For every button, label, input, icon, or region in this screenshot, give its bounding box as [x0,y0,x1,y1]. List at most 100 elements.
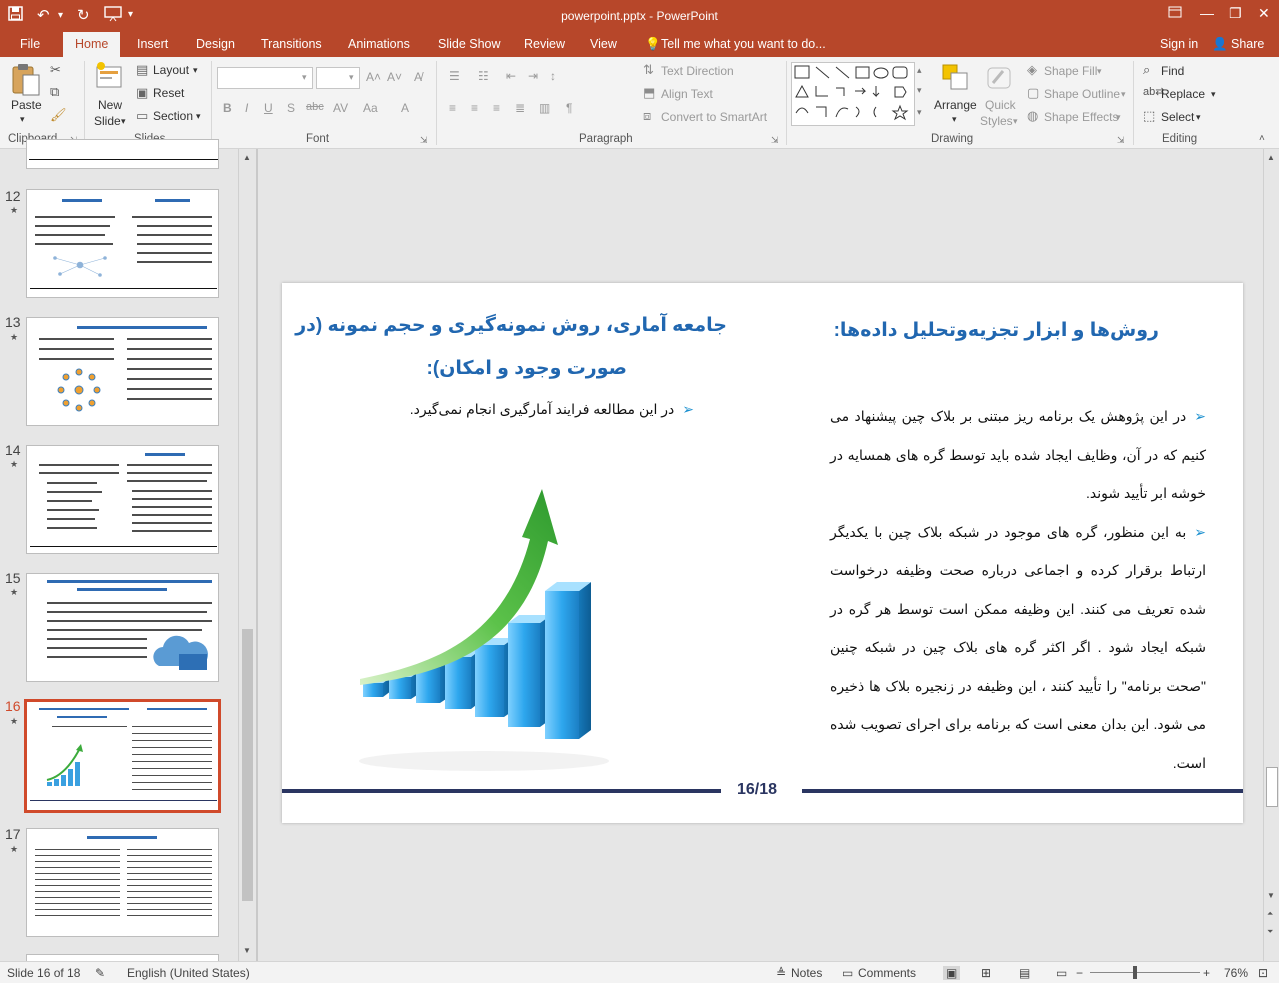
find-button[interactable]: Find [1161,64,1184,78]
comments-button[interactable]: Comments [858,966,916,980]
shape-effects-dropdown-icon[interactable]: ▾ [1116,112,1121,123]
sign-in-link[interactable]: Sign in [1160,37,1198,51]
normal-view-icon[interactable]: ▣ [943,966,961,980]
align-right-icon[interactable]: ≡ [493,101,500,115]
slideshow-view-icon[interactable]: ▭ [1056,966,1067,980]
restore-icon[interactable]: ❐ [1229,5,1242,22]
paragraph-launcher-icon[interactable]: ⇲ [771,135,779,146]
gallery-up-icon[interactable]: ▴ [917,65,922,76]
tab-design[interactable]: Design [196,37,235,51]
font-size-dropdown-icon[interactable]: ▾ [349,72,354,83]
gallery-down-icon[interactable]: ▾ [917,85,922,96]
paste-icon[interactable] [10,63,42,96]
clear-formatting-icon[interactable]: A̸ [414,70,422,84]
right-body-text[interactable]: ➢در این پژوهش یک برنامه ریز مبتنی بر بلا… [830,397,1206,782]
paste-dropdown-icon[interactable]: ▾ [20,114,25,125]
quick-styles-icon[interactable] [985,63,1017,95]
thumbnail-scrollbar[interactable]: ▲ ▼ [238,149,256,961]
paste-button[interactable]: Paste [11,98,42,112]
language-indicator[interactable]: English (United States) [127,966,250,980]
scroll-down-icon[interactable]: ▼ [243,946,251,955]
strikethrough-icon[interactable]: abc [306,101,324,113]
zoom-slider[interactable] [1090,972,1200,973]
text-direction-button[interactable]: Text Direction [661,64,734,78]
shadow-icon[interactable]: S [287,101,295,115]
font-name-combo[interactable] [217,67,313,89]
new-slide-icon[interactable] [95,61,127,93]
left-heading-line-2[interactable]: صورت وجود و امکان): [427,357,627,380]
previous-slide-icon[interactable]: ⏶ [1267,909,1273,919]
format-painter-icon[interactable]: 🖌 [50,107,67,123]
reading-view-icon[interactable]: ▤ [1019,966,1030,980]
new-slide-label-1[interactable]: New [98,98,122,112]
char-spacing-icon[interactable]: AV [333,101,348,115]
scroll-down-icon[interactable]: ▼ [1267,891,1275,900]
zoom-in-icon[interactable]: + [1203,966,1210,980]
slide-thumbnail-12[interactable] [26,189,219,298]
bold-icon[interactable]: B [223,101,232,115]
quick-styles-label-2[interactable]: Styles [980,114,1013,128]
close-icon[interactable]: ✕ [1258,5,1270,22]
slide-thumbnail-17[interactable] [26,828,219,937]
select-button[interactable]: Select [1161,110,1194,124]
replace-button[interactable]: Replace [1161,87,1205,101]
zoom-level[interactable]: 76% [1224,966,1248,980]
section-button[interactable]: Section [153,109,193,123]
tab-file[interactable]: File [20,37,40,51]
left-body-text[interactable]: ➢ در این مطالعه فرایند آمارگیری انجام نمی… [342,399,694,419]
drawing-launcher-icon[interactable]: ⇲ [1117,135,1125,146]
shape-outline-button[interactable]: Shape Outline [1044,87,1120,101]
ribbon-display-icon[interactable] [1168,5,1182,21]
slide-thumbnail-13[interactable] [26,317,219,426]
shape-fill-dropdown-icon[interactable]: ▾ [1097,66,1102,77]
fit-to-window-icon[interactable]: ⊡ [1258,966,1268,980]
tab-review[interactable]: Review [524,37,565,51]
reset-button[interactable]: Reset [153,86,184,100]
increase-indent-icon[interactable]: ⇥ [528,69,538,83]
scroll-up-icon[interactable]: ▲ [243,153,251,162]
growth-chart-image[interactable] [354,489,610,775]
minimize-icon[interactable]: — [1200,5,1214,21]
align-text-button[interactable]: Align Text [661,87,713,101]
next-slide-icon[interactable]: ⏷ [1267,927,1273,937]
zoom-out-icon[interactable]: − [1076,966,1083,980]
new-slide-label-2[interactable]: Slide [94,114,121,128]
collapse-ribbon-icon[interactable]: ˄ [1259,133,1265,144]
replace-dropdown-icon[interactable]: ▾ [1211,89,1216,100]
tell-me-search[interactable]: Tell me what you want to do... [661,37,826,51]
share-button[interactable]: Share [1231,37,1264,51]
decrease-font-icon[interactable]: A˅ [387,70,402,84]
arrange-dropdown-icon[interactable]: ▾ [952,114,957,125]
tab-animations[interactable]: Animations [348,37,410,51]
notes-button[interactable]: Notes [791,966,822,980]
underline-icon[interactable]: U [264,101,273,115]
increase-font-icon[interactable]: A˄ [366,70,381,84]
quick-styles-label-1[interactable]: Quick [985,98,1016,112]
arrange-button[interactable]: Arrange [934,98,977,112]
slide-thumbnail-14[interactable] [26,445,219,554]
numbering-icon[interactable]: ☷ [478,69,489,83]
section-dropdown-icon[interactable]: ▾ [196,111,201,122]
columns-icon[interactable]: ▥ [539,101,550,115]
slide-canvas[interactable]: روش‌ها و ابزار تجزیه‌وتحلیل داده‌ها: ➢در… [282,283,1243,823]
font-launcher-icon[interactable]: ⇲ [420,135,428,146]
slide-thumbnail-16[interactable] [24,699,221,813]
decrease-indent-icon[interactable]: ⇤ [506,69,516,83]
change-case-icon[interactable]: Aa [363,101,378,115]
tab-home[interactable]: Home [63,32,121,57]
thumbnail-scroll-thumb[interactable] [242,629,253,901]
convert-smartart-button[interactable]: Convert to SmartArt [661,110,767,124]
cut-icon[interactable]: ✂ [50,62,61,78]
spell-check-icon[interactable]: ✎ [95,966,105,980]
tab-view[interactable]: View [590,37,617,51]
tab-transitions[interactable]: Transitions [261,37,322,51]
left-heading-line-1[interactable]: جامعه آماری، روش نمونه‌گیری و حجم نمونه … [295,314,727,337]
zoom-slider-thumb[interactable] [1133,966,1137,979]
shapes-gallery[interactable] [791,62,915,126]
bullets-icon[interactable]: ☰ [449,69,460,83]
slide-thumbnail-11[interactable] [26,139,219,169]
align-left-icon[interactable]: ≡ [449,101,456,115]
layout-button[interactable]: Layout [153,63,189,77]
font-color-icon[interactable]: A [401,101,409,115]
align-center-icon[interactable]: ≡ [471,101,478,115]
